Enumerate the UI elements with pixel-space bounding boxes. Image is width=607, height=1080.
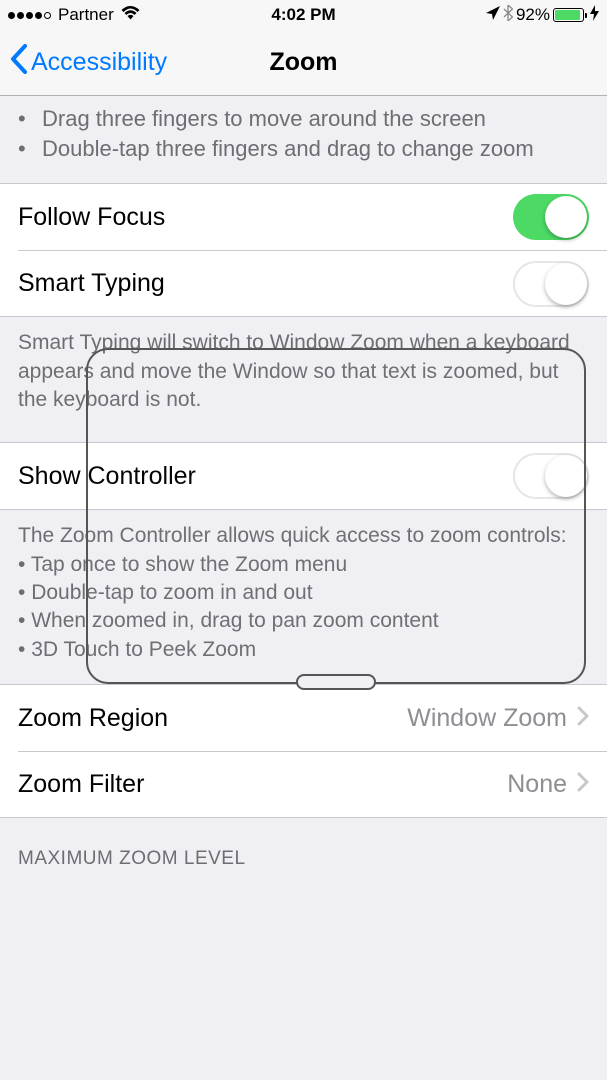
battery-percent: 92% — [516, 5, 550, 25]
battery-icon — [553, 8, 587, 22]
show-controller-group: Show Controller — [0, 442, 607, 510]
zoom-options-group: Zoom Region Window Zoom Zoom Filter None — [0, 684, 607, 818]
zoom-region-cell[interactable]: Zoom Region Window Zoom — [0, 685, 607, 751]
smart-typing-footer: Smart Typing will switch to Window Zoom … — [0, 317, 607, 442]
show-controller-cell[interactable]: Show Controller — [0, 443, 607, 509]
zoom-filter-label: Zoom Filter — [18, 770, 144, 799]
follow-focus-switch[interactable] — [513, 194, 589, 240]
follow-focus-cell[interactable]: Follow Focus — [0, 184, 607, 250]
follow-focus-label: Follow Focus — [18, 203, 165, 232]
show-controller-label: Show Controller — [18, 462, 196, 491]
status-right: 92% — [486, 5, 599, 26]
smart-typing-cell[interactable]: Smart Typing — [18, 250, 607, 316]
show-controller-switch[interactable] — [513, 453, 589, 499]
zoom-gesture-help: •Drag three fingers to move around the s… — [0, 96, 607, 183]
zoom-region-value: Window Zoom — [407, 704, 567, 733]
charging-icon — [590, 5, 599, 26]
carrier-label: Partner — [58, 5, 114, 25]
content: •Drag three fingers to move around the s… — [0, 96, 607, 1080]
chevron-right-icon — [577, 770, 589, 799]
follow-focus-group: Follow Focus Smart Typing — [0, 183, 607, 317]
show-controller-footer: The Zoom Controller allows quick access … — [0, 510, 607, 684]
signal-strength-icon — [8, 12, 51, 19]
zoom-filter-cell[interactable]: Zoom Filter None — [18, 751, 607, 817]
wifi-icon — [121, 5, 140, 25]
status-bar: Partner 4:02 PM 92% — [0, 0, 607, 30]
page-title: Zoom — [269, 48, 337, 77]
chevron-right-icon — [577, 704, 589, 733]
zoom-filter-value: None — [507, 770, 567, 799]
chevron-left-icon — [10, 44, 27, 81]
smart-typing-switch[interactable] — [513, 261, 589, 307]
smart-typing-label: Smart Typing — [18, 269, 165, 298]
max-zoom-header: MAXIMUM ZOOM LEVEL — [0, 818, 607, 880]
back-button[interactable]: Accessibility — [10, 44, 167, 81]
status-left: Partner — [8, 5, 140, 25]
status-time: 4:02 PM — [271, 5, 335, 25]
location-icon — [486, 5, 500, 25]
navigation-bar: Accessibility Zoom — [0, 30, 607, 96]
zoom-region-label: Zoom Region — [18, 704, 168, 733]
back-label: Accessibility — [31, 48, 167, 77]
bluetooth-icon — [503, 5, 513, 26]
